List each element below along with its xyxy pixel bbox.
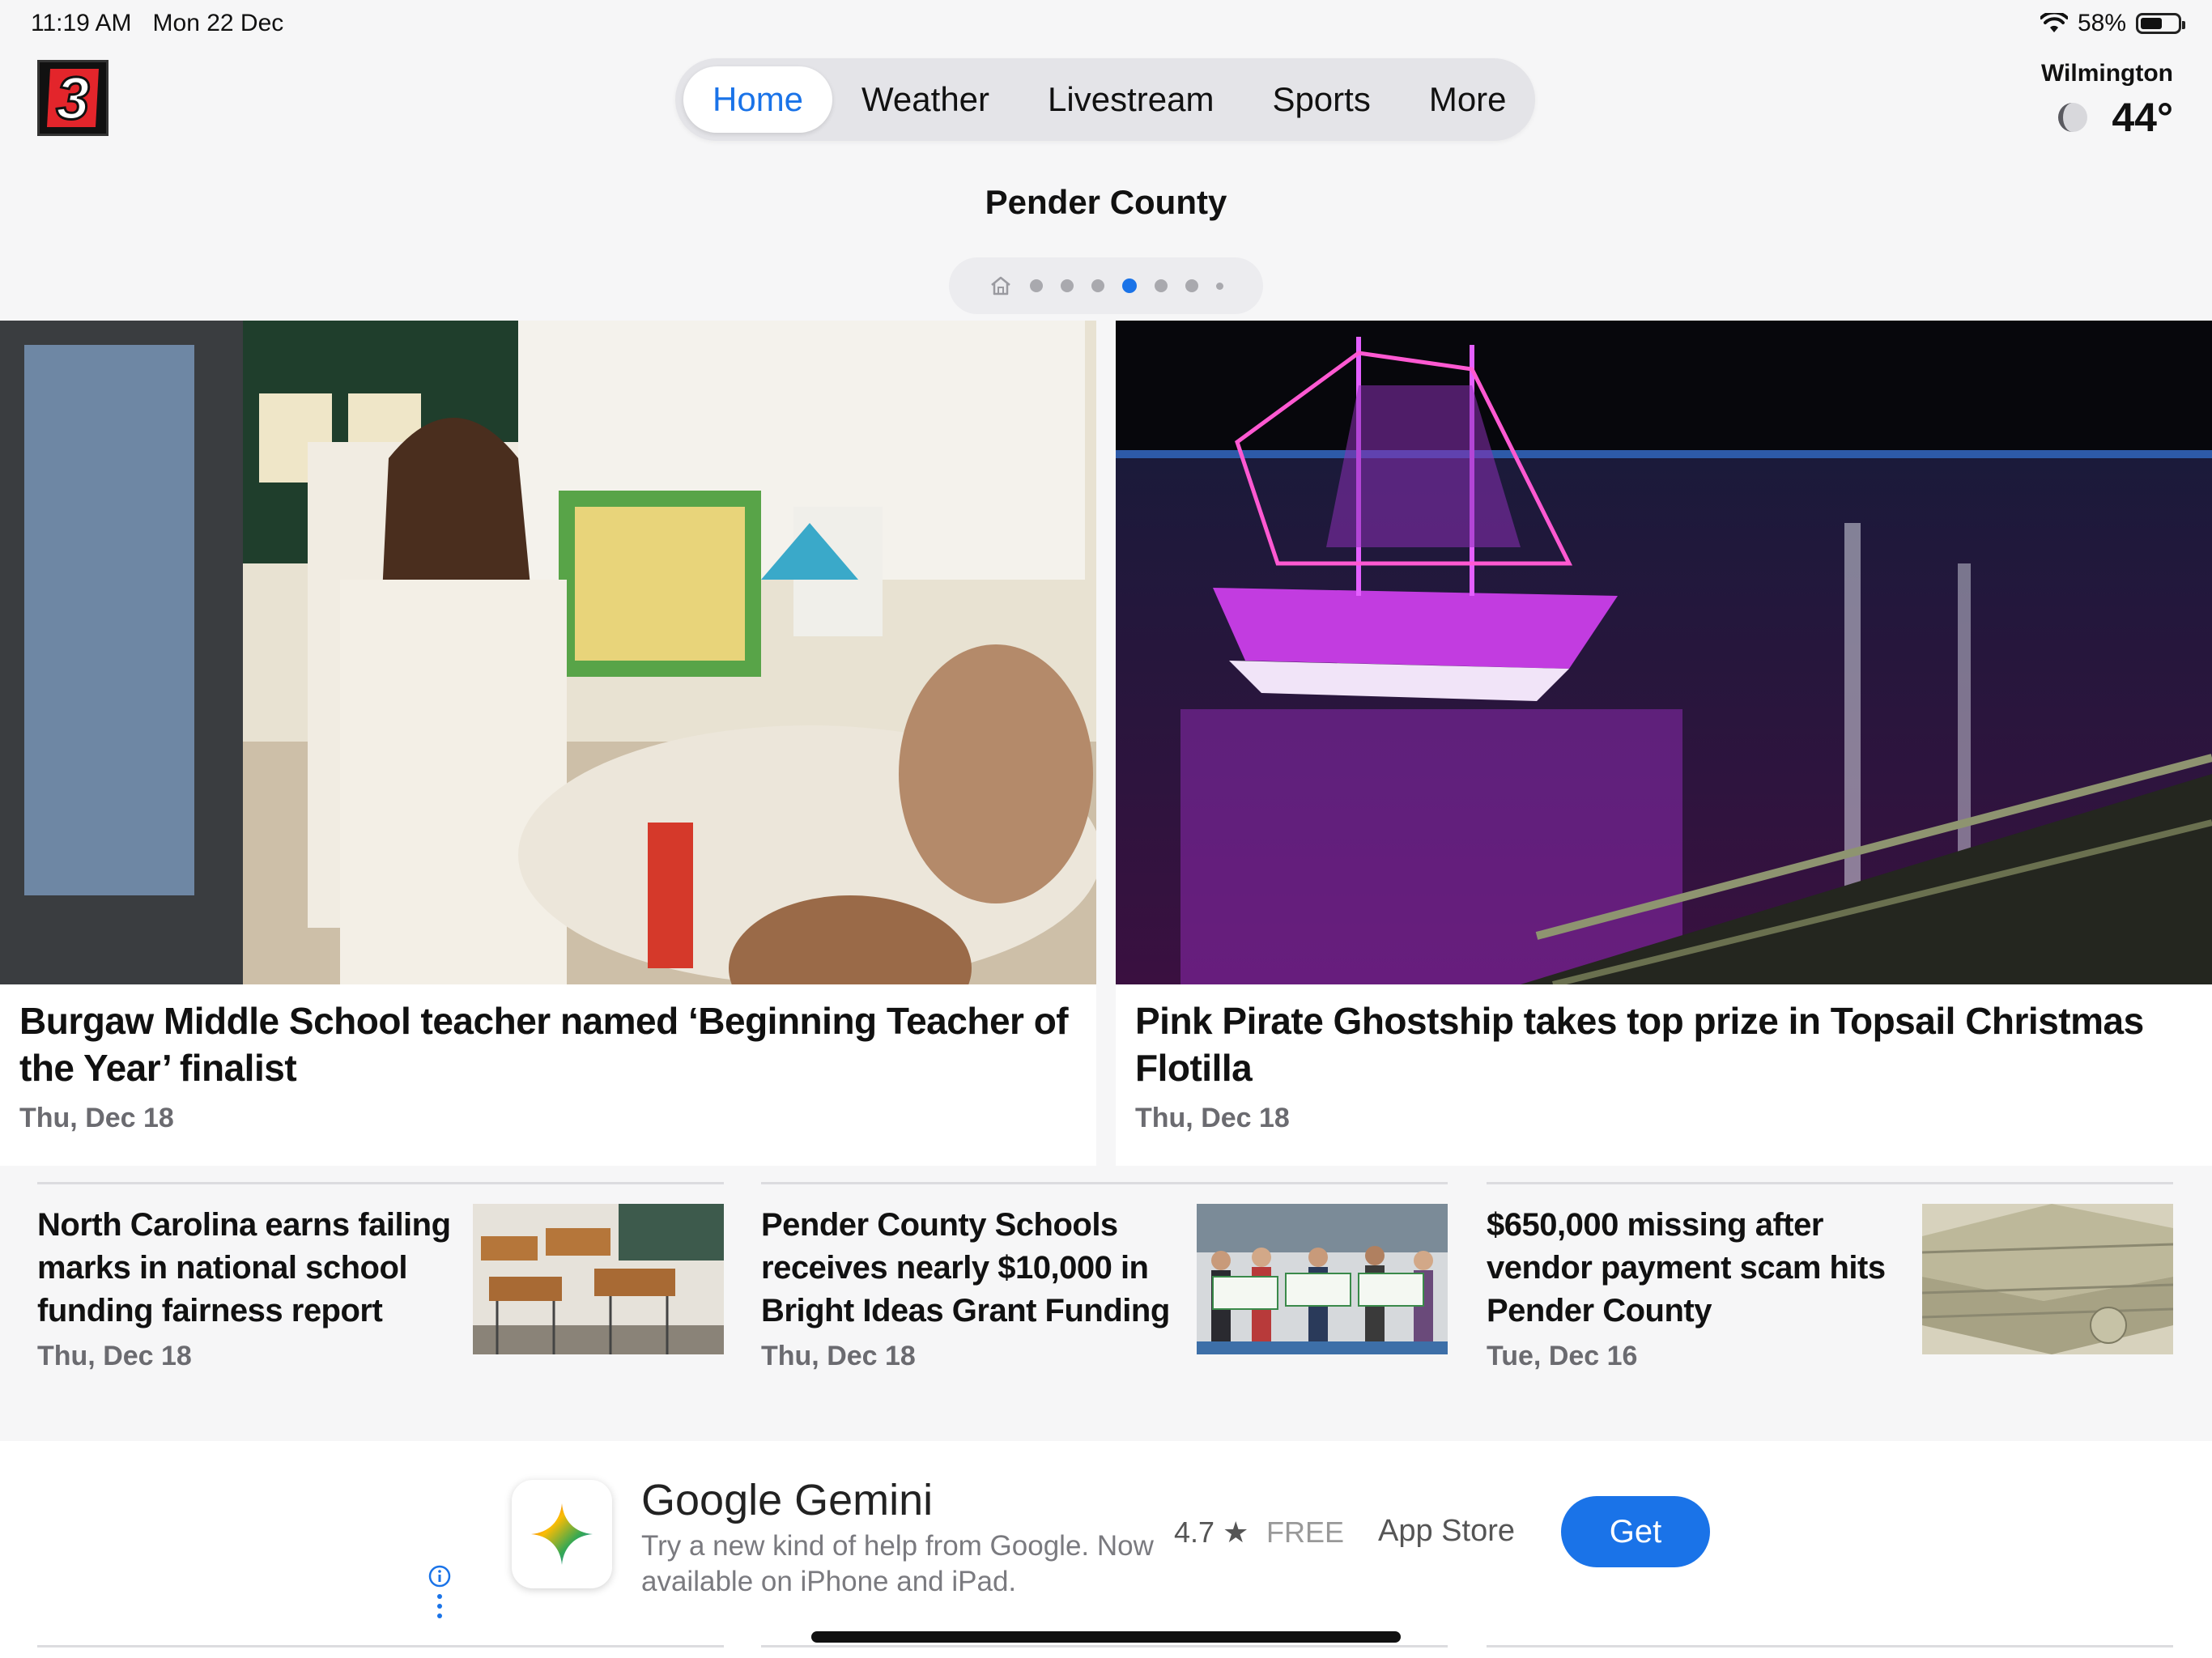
divider bbox=[1487, 1645, 2173, 1647]
wifi-icon bbox=[2040, 13, 2068, 32]
pager-dot[interactable] bbox=[1154, 279, 1168, 292]
cash-photo bbox=[1922, 1204, 2173, 1354]
story-date: Tue, Dec 16 bbox=[1487, 1341, 1638, 1371]
hero-image-classroom[interactable] bbox=[0, 321, 1096, 984]
tab-more[interactable]: More bbox=[1400, 66, 1536, 133]
story-date: Thu, Dec 18 bbox=[761, 1341, 916, 1371]
logo-text: 3 bbox=[56, 66, 89, 130]
status-date: Mon 22 Dec bbox=[152, 10, 284, 36]
grant-photo bbox=[1197, 1204, 1448, 1354]
hero-story-flotilla[interactable]: Pink Pirate Ghostship takes top prize in… bbox=[1116, 321, 2212, 1166]
story-thumbnail-classroom-chairs[interactable] bbox=[473, 1204, 724, 1354]
ad-description: Try a new kind of help from Google. Now … bbox=[641, 1530, 1154, 1597]
hero-story-teacher[interactable]: Burgaw Middle School teacher named ‘Begi… bbox=[0, 321, 1096, 1166]
story-card-vendor-scam[interactable]: $650,000 missing after vendor payment sc… bbox=[1487, 1182, 2173, 1392]
more-options-icon bbox=[437, 1594, 442, 1618]
story-card-funding-report[interactable]: North Carolina earns failing marks in na… bbox=[37, 1182, 724, 1392]
hero-date: Thu, Dec 18 bbox=[19, 1103, 174, 1133]
status-bar-right: 58% bbox=[2040, 10, 2185, 37]
battery-fill bbox=[2141, 18, 2162, 29]
ad-store: App Store bbox=[1378, 1514, 1515, 1548]
hero-headline[interactable]: Pink Pirate Ghostship takes top prize in… bbox=[1135, 997, 2193, 1091]
get-button[interactable]: Get bbox=[1561, 1496, 1710, 1567]
battery-percent: 58% bbox=[2077, 10, 2126, 36]
weather-temp: 44° bbox=[2112, 95, 2173, 140]
app-store-ad[interactable]: Google Gemini Try a new kind of help fro… bbox=[0, 1441, 2212, 1658]
story-headline[interactable]: North Carolina earns failing marks in na… bbox=[37, 1204, 458, 1333]
section-title: Pender County bbox=[985, 183, 1227, 221]
pager-dot[interactable] bbox=[1060, 279, 1074, 292]
tab-home[interactable]: Home bbox=[683, 66, 833, 133]
story-headline[interactable]: $650,000 missing after vendor payment sc… bbox=[1487, 1204, 1908, 1333]
ad-rating-value: 4.7 bbox=[1174, 1516, 1215, 1549]
battery-nub bbox=[2182, 21, 2185, 29]
ad-info[interactable] bbox=[426, 1564, 453, 1624]
pager-dot[interactable] bbox=[1185, 279, 1198, 292]
weather-city: Wilmington bbox=[2040, 60, 2173, 87]
divider bbox=[37, 1645, 724, 1647]
story-date: Thu, Dec 18 bbox=[37, 1341, 192, 1371]
gemini-app-icon[interactable] bbox=[512, 1480, 612, 1588]
story-headline[interactable]: Pender County Schools receives nearly $1… bbox=[761, 1204, 1182, 1333]
gemini-sparkle-icon bbox=[531, 1503, 593, 1565]
home-icon bbox=[990, 276, 1010, 295]
hero-headline[interactable]: Burgaw Middle School teacher named ‘Begi… bbox=[19, 997, 1077, 1091]
info-icon bbox=[428, 1565, 451, 1588]
story-thumbnail-grant-group[interactable] bbox=[1197, 1204, 1448, 1354]
pager-dot-active[interactable] bbox=[1121, 278, 1137, 293]
weather-row: 44° bbox=[2041, 94, 2173, 141]
status-time: 11:19 AM bbox=[31, 10, 132, 36]
pager-dot[interactable] bbox=[1215, 282, 1223, 290]
tab-weather[interactable]: Weather bbox=[832, 66, 1019, 133]
chairs-photo bbox=[473, 1204, 724, 1354]
battery-icon bbox=[2136, 13, 2185, 34]
divider bbox=[761, 1645, 1448, 1647]
ghostship-photo bbox=[1116, 321, 2212, 984]
story-card-grant-funding[interactable]: Pender County Schools receives nearly $1… bbox=[761, 1182, 1448, 1392]
status-bar-left: 11:19 AM Mon 22 Dec bbox=[31, 10, 283, 37]
moon-icon bbox=[2058, 103, 2088, 132]
hero-text: Burgaw Middle School teacher named ‘Begi… bbox=[0, 984, 1096, 1134]
ad-title[interactable]: Google Gemini bbox=[641, 1475, 933, 1525]
weather-widget[interactable]: Wilmington 44° bbox=[2041, 60, 2173, 141]
section-pager[interactable] bbox=[949, 257, 1263, 314]
tab-sports[interactable]: Sports bbox=[1243, 66, 1399, 133]
story-thumbnail-cash[interactable] bbox=[1922, 1204, 2173, 1354]
classroom-photo bbox=[0, 321, 1096, 984]
app-screen: 11:19 AM Mon 22 Dec 58% 3 Home Weather L… bbox=[0, 0, 2212, 1658]
hero-image-ghostship[interactable] bbox=[1116, 321, 2212, 984]
pager-dot[interactable] bbox=[1091, 279, 1104, 292]
tab-livestream[interactable]: Livestream bbox=[1019, 66, 1243, 133]
main-nav: Home Weather Livestream Sports More bbox=[675, 58, 1535, 141]
pager-dot[interactable] bbox=[1029, 279, 1043, 292]
hero-date: Thu, Dec 18 bbox=[1135, 1103, 1290, 1133]
story-text: North Carolina earns failing marks in na… bbox=[37, 1204, 458, 1392]
station-logo[interactable]: 3 bbox=[37, 60, 108, 136]
ad-price: FREE bbox=[1266, 1516, 1345, 1549]
hero-text: Pink Pirate Ghostship takes top prize in… bbox=[1116, 984, 2212, 1134]
story-text: $650,000 missing after vendor payment sc… bbox=[1487, 1204, 1908, 1392]
star-icon: ★ bbox=[1223, 1516, 1249, 1549]
story-text: Pender County Schools receives nearly $1… bbox=[761, 1204, 1182, 1392]
ad-rating: 4.7 ★ bbox=[1174, 1516, 1249, 1550]
logo-3-icon: 3 bbox=[47, 66, 99, 130]
home-indicator[interactable] bbox=[811, 1631, 1401, 1643]
